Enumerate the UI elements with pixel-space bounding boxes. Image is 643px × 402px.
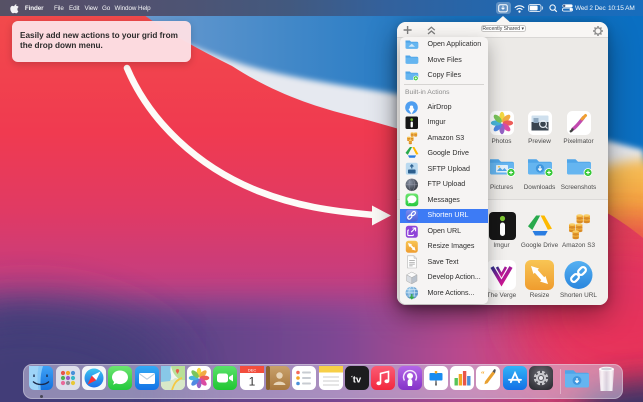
svg-text:1: 1: [248, 375, 255, 389]
svg-text:DEC: DEC: [247, 367, 256, 372]
svg-text:tv: tv: [353, 375, 362, 386]
svg-text:“: “: [481, 370, 485, 378]
